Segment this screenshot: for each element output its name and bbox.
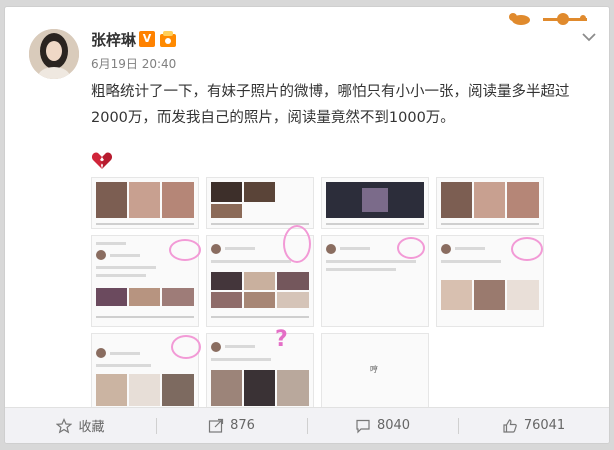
screenshot-thumbnail[interactable] (91, 177, 199, 229)
repost-button[interactable]: 876 (156, 408, 307, 443)
screenshot-thumbnail[interactable] (436, 177, 544, 229)
comment-icon (356, 419, 370, 433)
center-label: 哼 (370, 365, 378, 374)
screenshot-thumbnail[interactable] (206, 177, 314, 229)
repost-count: 876 (230, 418, 255, 433)
broken-heart-icon (91, 152, 113, 169)
member-badge-icon (160, 31, 176, 47)
like-count: 76041 (523, 418, 566, 433)
avatar[interactable] (29, 29, 79, 79)
annotation-circle (171, 335, 201, 359)
question-mark-annotation: ? (275, 327, 288, 352)
post-timestamp[interactable]: 6月19日 20:40 (91, 57, 176, 71)
screenshot-thumbnail[interactable]: 哼 (321, 333, 429, 409)
annotation-circle (397, 237, 425, 259)
comment-button[interactable]: 8040 (307, 408, 458, 443)
post-action-bar: 收藏 876 8040 76041 (5, 407, 609, 443)
dog-decoration-icon (509, 13, 587, 25)
annotation-circle (511, 237, 543, 261)
star-icon (56, 417, 73, 433)
image-grid[interactable]: 哼 ? (91, 177, 551, 409)
author-name[interactable]: 张梓琳 (91, 29, 136, 50)
post-text: 粗略统计了一下，有妹子照片的微博，哪怕只有小小一张，阅读量多半超过2000万，而… (91, 84, 570, 126)
weibo-post-card: 张梓琳 V 6月19日 20:40 粗略统计了一下，有妹子照片的微博，哪怕只有小… (4, 6, 610, 444)
post-meta: 6月19日 20:40 (91, 55, 182, 72)
like-button[interactable]: 76041 (458, 408, 609, 443)
chevron-down-icon[interactable] (581, 31, 597, 43)
annotation-circle (169, 239, 201, 261)
screenshot-thumbnail[interactable] (321, 177, 429, 229)
thumbs-up-icon (503, 418, 517, 433)
favorite-label: 收藏 (78, 420, 105, 435)
favorite-button[interactable]: 收藏 (5, 408, 156, 443)
comment-count: 8040 (376, 418, 411, 433)
repost-icon (208, 418, 224, 433)
annotation-circle (283, 225, 311, 263)
screenshot-thumbnail[interactable] (206, 333, 314, 409)
verified-badge: V (139, 31, 155, 47)
